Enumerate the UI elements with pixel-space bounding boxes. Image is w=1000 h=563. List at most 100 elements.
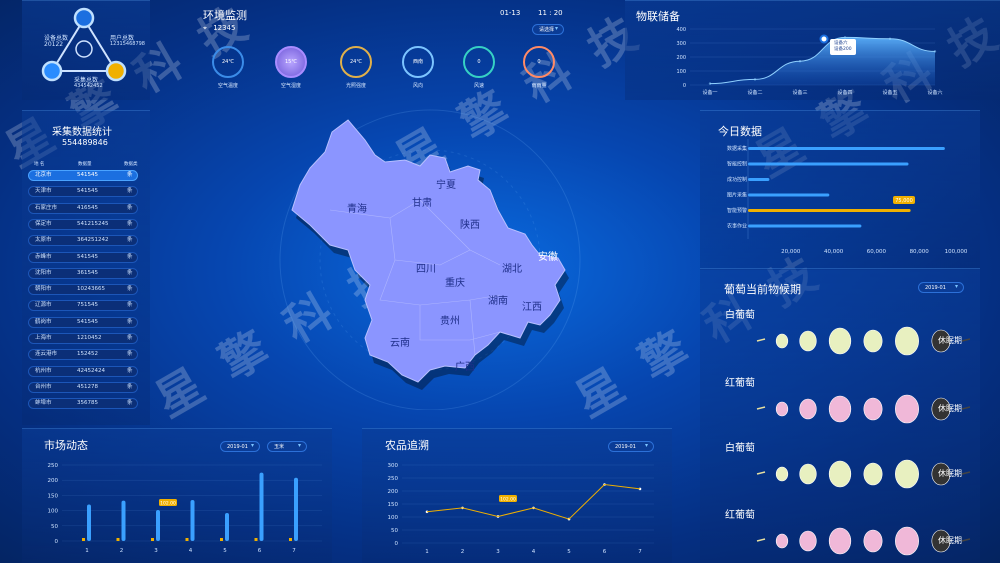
env-date: 01-13 bbox=[500, 9, 521, 17]
table-row[interactable]: 杭州市 42452424 条 bbox=[28, 365, 138, 377]
cell-value: 364251242 bbox=[77, 237, 109, 244]
growth-stage-icon bbox=[895, 526, 919, 556]
cell-tag: 条 bbox=[127, 351, 133, 358]
growth-stage-icon bbox=[775, 466, 789, 482]
location-icon: ⌖ bbox=[203, 24, 207, 32]
x-tick-label: 40,000 bbox=[824, 249, 844, 255]
province-label: 宁夏 bbox=[436, 178, 456, 191]
iot-tooltip-line2: 设备200 bbox=[834, 47, 852, 52]
cell-city: 朝阳市 bbox=[35, 286, 52, 293]
growth-stage-icon bbox=[961, 338, 971, 342]
table-row[interactable]: 朝阳市 10243665 条 bbox=[28, 284, 138, 296]
y-tick-label: 50 bbox=[51, 524, 58, 530]
cell-tag: 条 bbox=[127, 253, 133, 260]
y-tick-label: 250 bbox=[388, 476, 399, 482]
area-fill bbox=[710, 37, 935, 85]
province-label: 甘肃 bbox=[412, 196, 432, 209]
table-row[interactable]: 鹤岗市 541545 条 bbox=[28, 316, 138, 328]
collect-header-city: 地 名 bbox=[34, 162, 45, 167]
province-label: 贵州 bbox=[440, 314, 460, 327]
x-tick-label: 设备三 bbox=[792, 89, 807, 96]
data-point bbox=[933, 50, 937, 53]
bar bbox=[259, 472, 264, 541]
iot-area-chart: 400 300 200 100 0 设备一 设备二 设备三 设备四 设备五 设备六 bbox=[676, 27, 942, 96]
sensor-label: 风速 bbox=[473, 83, 484, 89]
badge-label: 102.00 bbox=[160, 501, 176, 507]
env-select[interactable]: 请选择 ▾ bbox=[532, 24, 564, 35]
x-tick-label: 设备一 bbox=[702, 89, 717, 96]
province-label: 江西 bbox=[522, 301, 542, 313]
province-label: 陕西 bbox=[460, 218, 480, 231]
phenology-select[interactable]: 2019-01 ▾ bbox=[918, 282, 964, 293]
trace-panel: 农品追溯 2019-01 ▾ 300 250 200 150 100 50 0 1 2 3 4 5 6 7 1… bbox=[362, 428, 672, 563]
stage-label: 休眠期 bbox=[938, 404, 962, 413]
cell-city: 鹤岗市 bbox=[35, 318, 52, 325]
x-tick-label: 1 bbox=[425, 549, 429, 555]
growth-stage-icon bbox=[863, 329, 883, 353]
totals-panel: 设备总数 20122 用户总数 12315468798 采集总数 4345424… bbox=[22, 0, 150, 100]
cell-value: 416545 bbox=[77, 204, 98, 211]
y-tick-label: 50 bbox=[391, 528, 398, 534]
growth-stage-icon bbox=[863, 529, 883, 553]
cell-value: 152452 bbox=[77, 351, 98, 358]
x-tick-label: 100,000 bbox=[945, 249, 968, 255]
device-total-value: 20122 bbox=[44, 41, 64, 48]
chevron-down-icon: ▾ bbox=[954, 283, 958, 290]
table-row[interactable]: 石家庄市 416545 条 bbox=[28, 202, 138, 214]
growth-stage-icon bbox=[756, 538, 766, 542]
x-tick-label: 4 bbox=[532, 549, 536, 555]
growth-stage-icon bbox=[895, 326, 919, 356]
cell-value: 541545 bbox=[77, 172, 98, 178]
bar bbox=[748, 209, 911, 212]
user-total-value: 12315468798 bbox=[110, 41, 145, 47]
cell-city: 沈阳市 bbox=[35, 269, 52, 276]
table-row[interactable]: 保定市 541215245 条 bbox=[28, 218, 138, 230]
sensor-gauge: 15℃ 空气湿度 bbox=[275, 46, 307, 89]
table-row[interactable]: 北京市 541545 条 bbox=[28, 170, 138, 181]
stage-label: 休眠期 bbox=[938, 336, 962, 345]
x-tick-label: 6 bbox=[603, 549, 607, 555]
y-tick-label: 400 bbox=[676, 27, 686, 33]
table-row[interactable]: 赤峰市 541545 条 bbox=[28, 251, 138, 263]
cell-tag: 条 bbox=[127, 237, 133, 244]
growth-stage-icon bbox=[775, 401, 789, 417]
province-label: 湖北 bbox=[502, 263, 522, 275]
province-label: 云南 bbox=[390, 336, 410, 349]
bar bbox=[748, 147, 945, 150]
x-tick-label: 设备五 bbox=[882, 89, 897, 96]
growth-stage-icon bbox=[828, 395, 852, 423]
table-row[interactable]: 天津市 541545 条 bbox=[28, 186, 138, 198]
cell-value: 1210452 bbox=[77, 335, 102, 341]
cell-city: 保定市 bbox=[35, 220, 52, 227]
sensor-value: 15℃ bbox=[275, 46, 307, 78]
x-tick-label: 设备二 bbox=[747, 89, 762, 96]
bar bbox=[156, 509, 160, 541]
cell-tag: 条 bbox=[127, 318, 133, 325]
table-row[interactable]: 连云港市 152452 条 bbox=[28, 349, 138, 361]
sensor-gauge: 24℃ 空气温度 bbox=[212, 46, 244, 89]
table-row[interactable]: 沈阳市 361545 条 bbox=[28, 267, 138, 279]
sensor-gauge: 西南 风向 bbox=[402, 46, 434, 89]
table-row[interactable]: 太原市 364251242 条 bbox=[28, 235, 138, 247]
growth-stage-icon bbox=[828, 327, 852, 355]
x-tick-label: 2 bbox=[461, 549, 465, 555]
iot-panel: 物联储备 400 300 200 100 0 设备一 设备二 设备三 设备四 设备五 设备六 设备六… bbox=[625, 0, 1000, 100]
cell-city: 石家庄市 bbox=[35, 204, 58, 211]
cell-value: 541545 bbox=[77, 188, 98, 195]
table-row[interactable]: 上海市 1210452 条 bbox=[28, 333, 138, 344]
cell-tag: 条 bbox=[127, 383, 133, 390]
y-tick-label: 250 bbox=[48, 463, 59, 469]
bar bbox=[294, 477, 298, 541]
sensor-label: 空气湿度 bbox=[280, 83, 301, 89]
phenology-row: 白葡萄 休眠期 bbox=[720, 305, 990, 365]
x-tick-label: 6 bbox=[258, 548, 262, 554]
x-tick-label: 3 bbox=[496, 549, 500, 555]
table-row[interactable]: 辽源市 751545 条 bbox=[28, 300, 138, 312]
table-row[interactable]: 台州市 451278 条 bbox=[28, 381, 138, 393]
table-row[interactable]: 蚌埠市 356785 条 bbox=[28, 398, 138, 410]
cell-tag: 条 bbox=[127, 220, 133, 227]
y-tick-label: 0 bbox=[395, 541, 399, 547]
y-tick-label: 0 bbox=[683, 83, 686, 89]
x-tick-label: 7 bbox=[292, 548, 296, 554]
growth-stage-icon bbox=[863, 397, 883, 421]
